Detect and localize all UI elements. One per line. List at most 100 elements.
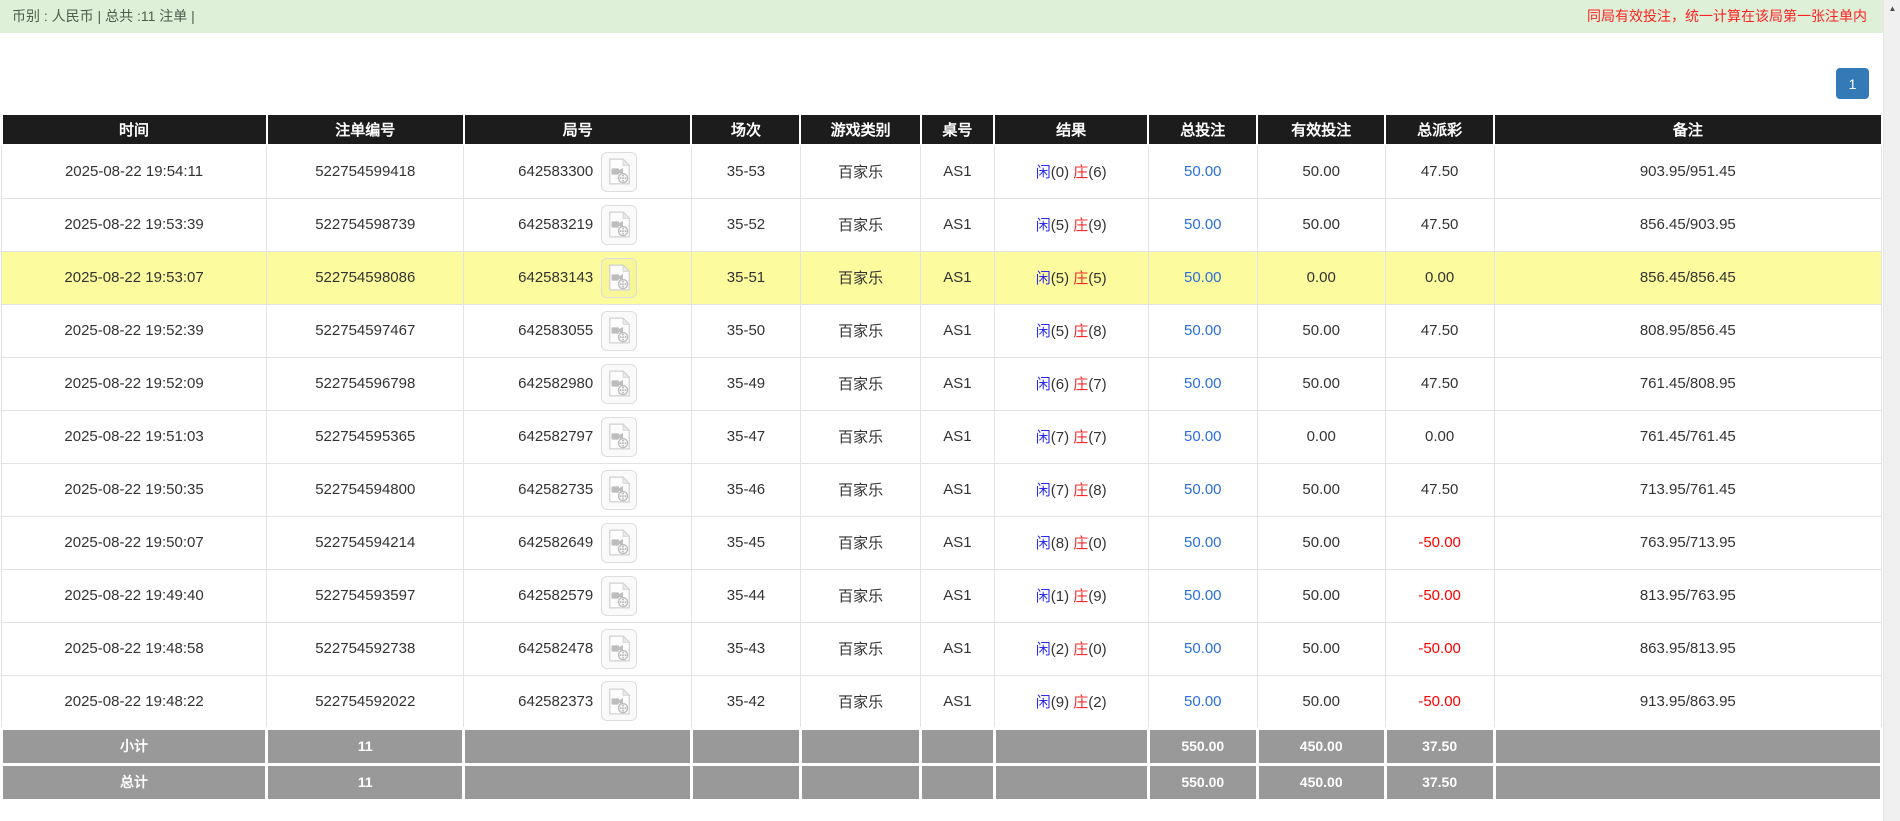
- video-replay-button[interactable]: [601, 470, 637, 510]
- session-cell: 35-42: [691, 675, 800, 728]
- total-bet-link[interactable]: 50.00: [1184, 534, 1222, 551]
- payout-value: -50.00: [1418, 640, 1461, 657]
- video-replay-button[interactable]: [601, 364, 637, 404]
- session-cell: 35-44: [691, 569, 800, 622]
- note-cell: 856.45/856.45: [1494, 251, 1881, 304]
- table-id-cell: AS1: [921, 463, 994, 516]
- valid-bet-cell: 50.00: [1257, 145, 1385, 198]
- banker-result-label: 庄: [1073, 588, 1088, 605]
- time-cell: 2025-08-22 19:48:58: [2, 622, 267, 675]
- table-id-cell: AS1: [921, 569, 994, 622]
- round-id-value: 642583143: [518, 269, 593, 286]
- subtotal-label: 小计: [2, 728, 267, 764]
- payout-value: -50.00: [1418, 693, 1461, 710]
- note-cell: 713.95/761.45: [1494, 463, 1881, 516]
- pagination-page-1-button[interactable]: 1: [1836, 68, 1869, 99]
- table-row: 2025-08-22 19:50:07522754594214642582649…: [2, 516, 1882, 569]
- game-type-cell: 百家乐: [800, 622, 920, 675]
- video-file-icon: [608, 317, 631, 344]
- round-id-cell: 642583300: [464, 145, 691, 198]
- total-bet-link[interactable]: 50.00: [1184, 322, 1222, 339]
- player-result-label: 闲: [1036, 376, 1051, 393]
- total-bet-link[interactable]: 50.00: [1184, 481, 1222, 498]
- time-cell: 2025-08-22 19:52:09: [2, 357, 267, 410]
- table-id-cell: AS1: [921, 357, 994, 410]
- game-type-cell: 百家乐: [800, 357, 920, 410]
- player-result-label: 闲: [1036, 164, 1051, 181]
- total-bet-link[interactable]: 50.00: [1184, 163, 1222, 180]
- subtotal-empty-cell: [800, 728, 920, 764]
- table-id-cell: AS1: [921, 516, 994, 569]
- total-bet-link[interactable]: 50.00: [1184, 587, 1222, 604]
- round-id-value: 642582735: [518, 481, 593, 498]
- bet-id-cell: 522754593597: [267, 569, 464, 622]
- total-bet-cell: 50.00: [1148, 622, 1257, 675]
- payout-cell: 47.50: [1385, 304, 1494, 357]
- round-id-cell: 642582797: [464, 410, 691, 463]
- video-replay-button[interactable]: [601, 629, 637, 669]
- table-row: 2025-08-22 19:48:22522754592022642582373…: [2, 675, 1882, 728]
- banker-result-label: 庄: [1073, 641, 1088, 658]
- bet-id-cell: 522754594214: [267, 516, 464, 569]
- round-id-cell: 642582478: [464, 622, 691, 675]
- total-bet-link[interactable]: 50.00: [1184, 640, 1222, 657]
- total-valid-bet: 450.00: [1257, 764, 1385, 800]
- payout-value: 0.00: [1425, 428, 1454, 445]
- video-replay-button[interactable]: [601, 523, 637, 563]
- column-header-valid-bet: 有效投注: [1257, 114, 1385, 145]
- result-cell: 闲(5) 庄(9): [994, 198, 1148, 251]
- subtotal-total-bet: 550.00: [1148, 728, 1257, 764]
- game-type-cell: 百家乐: [800, 304, 920, 357]
- total-empty-cell: [1494, 764, 1881, 800]
- total-empty-cell: [800, 764, 920, 800]
- banker-result-label: 庄: [1073, 694, 1088, 711]
- round-id-cell: 642582649: [464, 516, 691, 569]
- video-replay-button[interactable]: [601, 258, 637, 298]
- subtotal-row: 小计11550.00450.0037.50: [2, 728, 1882, 764]
- table-id-cell: AS1: [921, 198, 994, 251]
- total-bet-link[interactable]: 50.00: [1184, 693, 1222, 710]
- vertical-scrollbar[interactable]: ▲: [1883, 0, 1900, 821]
- round-id-cell: 642583143: [464, 251, 691, 304]
- column-header-total-bet: 总投注: [1148, 114, 1257, 145]
- total-empty-cell: [464, 764, 691, 800]
- payout-value: -50.00: [1418, 587, 1461, 604]
- result-cell: 闲(8) 庄(0): [994, 516, 1148, 569]
- payout-value: 47.50: [1421, 481, 1459, 498]
- result-cell: 闲(7) 庄(8): [994, 463, 1148, 516]
- video-replay-button[interactable]: [601, 311, 637, 351]
- payout-cell: -50.00: [1385, 516, 1494, 569]
- round-id-value: 642583055: [518, 322, 593, 339]
- total-bet-link[interactable]: 50.00: [1184, 269, 1222, 286]
- video-replay-button[interactable]: [601, 681, 637, 721]
- result-cell: 闲(2) 庄(0): [994, 622, 1148, 675]
- payout-value: 47.50: [1421, 216, 1459, 233]
- subtotal-count: 11: [267, 728, 464, 764]
- payout-cell: 47.50: [1385, 198, 1494, 251]
- video-replay-button[interactable]: [601, 205, 637, 245]
- session-cell: 35-46: [691, 463, 800, 516]
- banker-result-label: 庄: [1073, 323, 1088, 340]
- payout-cell: -50.00: [1385, 569, 1494, 622]
- banker-result-label: 庄: [1073, 270, 1088, 287]
- total-empty-cell: [691, 764, 800, 800]
- round-id-value: 642582649: [518, 534, 593, 551]
- video-replay-button[interactable]: [601, 152, 637, 192]
- total-bet-cell: 50.00: [1148, 675, 1257, 728]
- total-bet-link[interactable]: 50.00: [1184, 216, 1222, 233]
- bet-records-table: 时间注单编号局号场次游戏类别桌号结果总投注有效投注总派彩备注 2025-08-2…: [0, 113, 1883, 802]
- subtotal-valid-bet: 450.00: [1257, 728, 1385, 764]
- scroll-up-arrow-icon[interactable]: ▲: [1884, 0, 1900, 17]
- table-row: 2025-08-22 19:49:40522754593597642582579…: [2, 569, 1882, 622]
- session-cell: 35-49: [691, 357, 800, 410]
- note-cell: 761.45/761.45: [1494, 410, 1881, 463]
- payout-cell: 47.50: [1385, 463, 1494, 516]
- video-replay-button[interactable]: [601, 576, 637, 616]
- total-bet-link[interactable]: 50.00: [1184, 375, 1222, 392]
- total-bet-link[interactable]: 50.00: [1184, 428, 1222, 445]
- video-replay-button[interactable]: [601, 417, 637, 457]
- round-id-value: 642582373: [518, 693, 593, 710]
- table-row: 2025-08-22 19:51:03522754595365642582797…: [2, 410, 1882, 463]
- total-bet-cell: 50.00: [1148, 569, 1257, 622]
- video-file-icon: [608, 211, 631, 238]
